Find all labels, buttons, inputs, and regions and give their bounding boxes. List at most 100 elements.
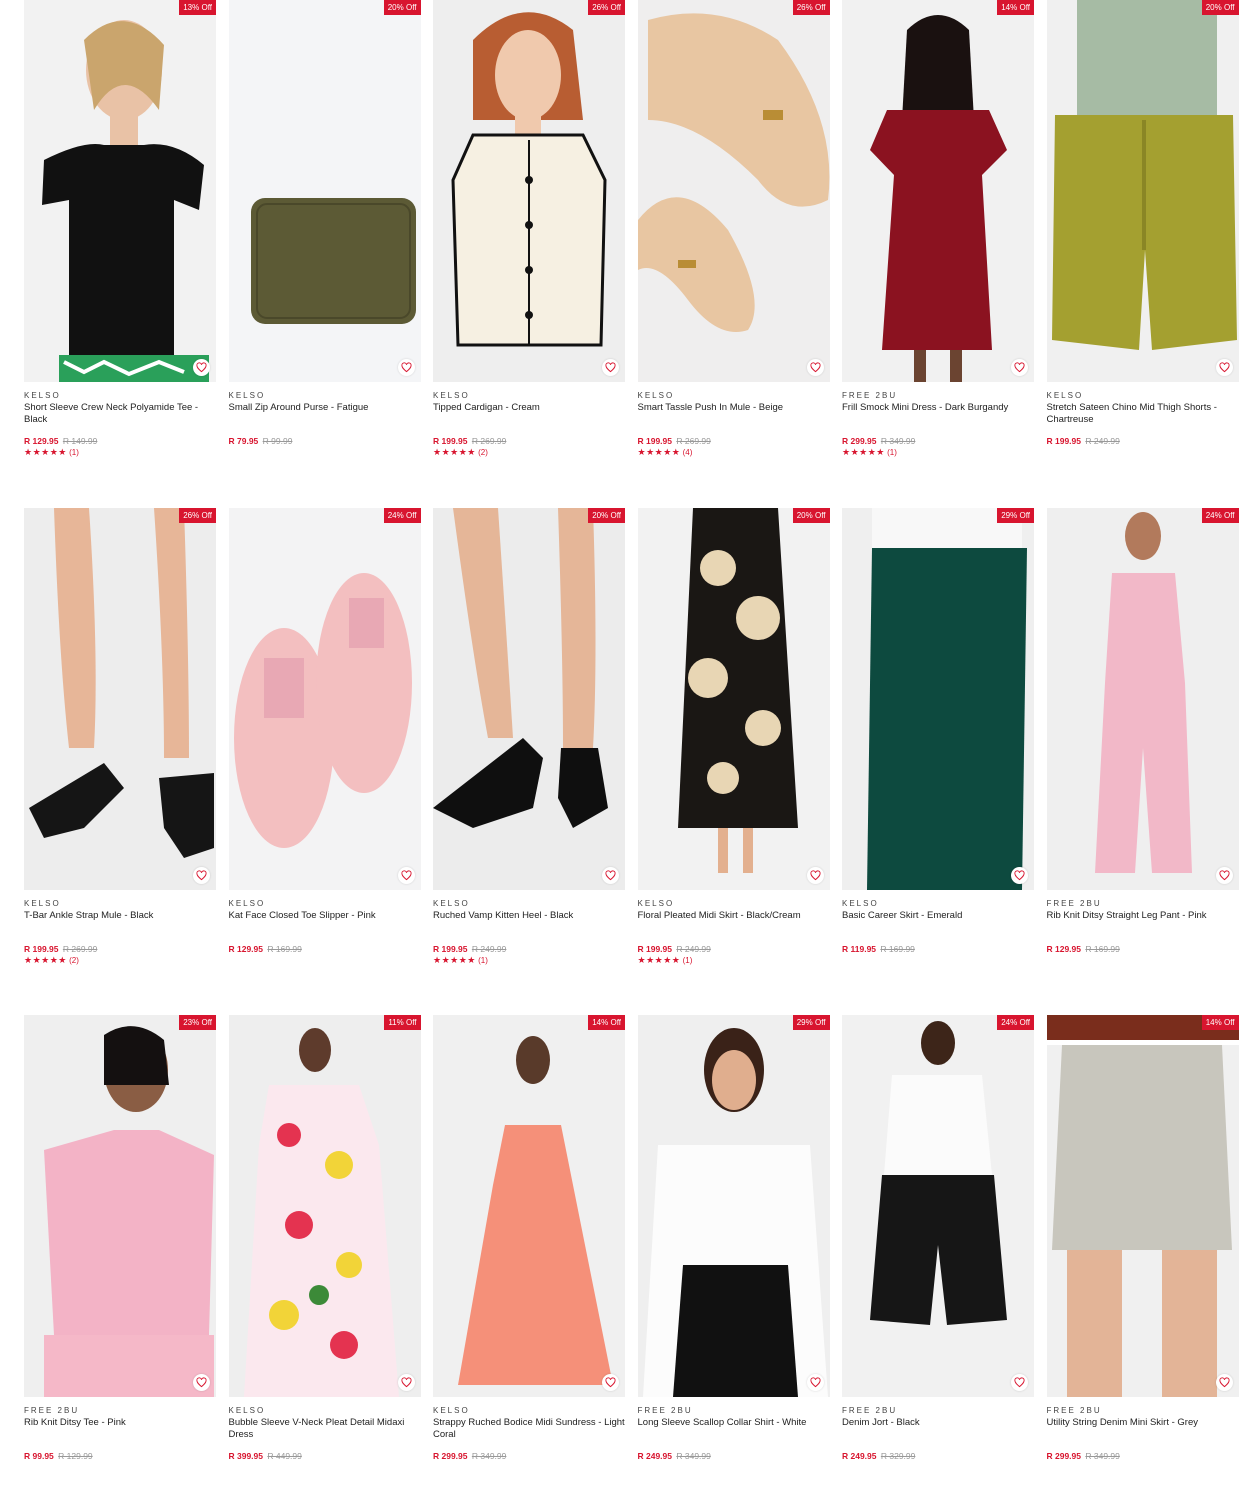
product-image[interactable]: 14% Off [433,1015,625,1397]
wishlist-button[interactable] [806,359,824,376]
product-card[interactable]: 24% Off KELSO Kat Face Closed Toe Slippe… [228,508,421,954]
product-name-link[interactable]: Smart Tassle Push In Mule - Beige [638,402,830,436]
original-price: R 269.99 [676,436,711,446]
product-image[interactable]: 20% Off [637,508,830,890]
current-price: R 249.95 [842,1451,877,1461]
price-block: R 129.95 R 169.99 [229,944,421,954]
product-name-link[interactable]: Tipped Cardigan - Cream [433,402,625,436]
rating[interactable]: ★★★★★ (2) [433,447,625,458]
product-image[interactable]: 14% Off [1046,1015,1239,1397]
product-image[interactable]: 24% Off [1046,508,1239,890]
product-image[interactable]: 24% Off [842,1015,1034,1397]
wishlist-button[interactable] [1011,1374,1028,1391]
product-image[interactable]: 24% Off [228,508,421,890]
product-name-link[interactable]: Rib Knit Ditsy Tee - Pink [24,1417,216,1451]
product-photo [433,508,625,890]
product-image[interactable]: 13% Off [24,0,216,382]
product-image[interactable]: 29% Off [842,508,1034,890]
product-card[interactable]: 20% Off KELSO Stretch Sateen Chino Mid T… [1046,0,1239,446]
discount-badge: 20% Off [1201,0,1239,15]
original-price: R 169.99 [267,944,302,954]
product-name-link[interactable]: Denim Jort - Black [842,1417,1034,1451]
product-card[interactable]: 26% Off KELSO Smart Tassle Push In Mule … [637,0,830,458]
product-brand: KELSO [228,391,266,400]
product-image[interactable]: 23% Off [24,1015,216,1397]
product-image[interactable]: 14% Off [842,0,1034,382]
product-card[interactable]: 14% Off KELSO Strappy Ruched Bodice Midi… [433,1015,625,1461]
star-rating-icon: ★★★★★ [637,955,681,965]
product-image[interactable]: 26% Off [637,0,830,382]
wishlist-button[interactable] [193,867,210,884]
product-name-link[interactable]: Utility String Denim Mini Skirt - Grey [1047,1417,1239,1451]
product-name-link[interactable]: Long Sleeve Scallop Collar Shirt - White [638,1417,830,1451]
product-brand: KELSO [433,391,470,400]
product-name-link[interactable]: Floral Pleated Midi Skirt - Black/Cream [638,910,830,944]
wishlist-button[interactable] [193,1374,210,1391]
product-card[interactable]: 14% Off FREE 2BU Frill Smock Mini Dress … [842,0,1034,458]
product-card[interactable]: 24% Off FREE 2BU Denim Jort - Black R 24… [842,1015,1034,1461]
wishlist-button[interactable] [1215,867,1233,884]
product-photo [637,1015,830,1397]
original-price: R 449.99 [267,1451,302,1461]
rating[interactable]: ★★★★★ (4) [638,447,830,458]
rating[interactable]: ★★★★★ (1) [842,447,1034,458]
wishlist-button[interactable] [1011,867,1028,884]
product-name-link[interactable]: Bubble Sleeve V-Neck Pleat Detail Midaxi… [229,1417,421,1451]
product-name-link[interactable]: Rib Knit Ditsy Straight Leg Pant - Pink [1047,910,1239,944]
wishlist-button[interactable] [1215,359,1233,376]
product-image[interactable]: 20% Off [433,508,625,890]
price-block: R 199.95 R 249.99 [433,944,625,954]
product-name-link[interactable]: T-Bar Ankle Strap Mule - Black [24,910,216,944]
product-name-link[interactable]: Stretch Sateen Chino Mid Thigh Shorts - … [1047,402,1239,436]
wishlist-button[interactable] [397,1374,415,1391]
wishlist-button[interactable] [602,359,619,376]
product-name-link[interactable]: Kat Face Closed Toe Slipper - Pink [229,910,421,944]
wishlist-button[interactable] [1011,359,1028,376]
rating[interactable]: ★★★★★ (1) [24,447,216,458]
heart-icon [605,870,616,881]
product-image[interactable]: 11% Off [228,1015,421,1397]
product-name-link[interactable]: Basic Career Skirt - Emerald [842,910,1034,944]
wishlist-button[interactable] [602,1374,619,1391]
product-image[interactable]: 20% Off [228,0,421,382]
wishlist-button[interactable] [602,867,619,884]
product-card[interactable]: 26% Off KELSO Tipped Cardigan - Cream R … [433,0,625,458]
product-image[interactable]: 29% Off [637,1015,830,1397]
product-card[interactable]: 20% Off KELSO Floral Pleated Midi Skirt … [637,508,830,966]
product-name-link[interactable]: Short Sleeve Crew Neck Polyamide Tee - B… [24,402,216,436]
wishlist-button[interactable] [397,359,415,376]
rating[interactable]: ★★★★★ (2) [24,955,216,966]
wishlist-button[interactable] [806,867,824,884]
product-name-link[interactable]: Ruched Vamp Kitten Heel - Black [433,910,625,944]
product-photo [228,0,421,382]
wishlist-button[interactable] [1215,1374,1233,1391]
product-card[interactable]: 24% Off FREE 2BU Rib Knit Ditsy Straight… [1046,508,1239,954]
product-card[interactable]: 13% Off KELSO Short Sleeve Crew Neck Pol… [24,0,216,458]
star-rating-icon: ★★★★★ [24,955,67,965]
rating[interactable]: ★★★★★ (1) [433,955,625,966]
product-card[interactable]: 23% Off FREE 2BU Rib Knit Ditsy Tee - Pi… [24,1015,216,1461]
product-card[interactable]: 29% Off FREE 2BU Long Sleeve Scallop Col… [637,1015,830,1461]
product-name-link[interactable]: Frill Smock Mini Dress - Dark Burgandy [842,402,1034,436]
product-card[interactable]: 26% Off KELSO T-Bar Ankle Strap Mule - B… [24,508,216,966]
rating[interactable]: ★★★★★ (1) [638,955,830,966]
price-block: R 199.95 R 269.99 [24,944,216,954]
product-card[interactable]: 20% Off KELSO Small Zip Around Purse - F… [228,0,421,446]
product-image[interactable]: 26% Off [24,508,216,890]
original-price: R 149.99 [62,436,98,446]
price-block: R 79.95 R 99.99 [229,436,421,446]
product-card[interactable]: 14% Off FREE 2BU Utility String Denim Mi… [1046,1015,1239,1461]
product-card[interactable]: 20% Off KELSO Ruched Vamp Kitten Heel - … [433,508,625,966]
review-count: (1) [478,956,488,965]
wishlist-button[interactable] [397,867,415,884]
product-name-link[interactable]: Small Zip Around Purse - Fatigue [229,402,421,436]
wishlist-button[interactable] [806,1374,824,1391]
product-image[interactable]: 26% Off [433,0,625,382]
product-image[interactable]: 20% Off [1046,0,1239,382]
product-card[interactable]: 11% Off KELSO Bubble Sleeve V-Neck Pleat… [228,1015,421,1461]
heart-icon [1014,362,1025,373]
product-card[interactable]: 29% Off KELSO Basic Career Skirt - Emera… [842,508,1034,954]
wishlist-button[interactable] [193,359,210,376]
product-name-link[interactable]: Strappy Ruched Bodice Midi Sundress - Li… [433,1417,625,1451]
product-photo [842,0,1034,382]
